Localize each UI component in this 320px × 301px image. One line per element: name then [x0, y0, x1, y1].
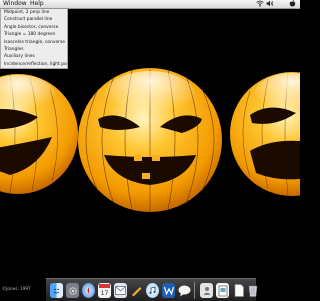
menu-bar: Window Help: [0, 0, 300, 9]
preview-icon[interactable]: [216, 283, 229, 298]
system-preferences-icon[interactable]: [66, 283, 79, 298]
menu-item-auxiliary-lines[interactable]: Auxiliary lines: [4, 53, 67, 60]
menu-help[interactable]: Help: [30, 0, 44, 8]
dock-separator: [194, 282, 195, 299]
svg-text:17: 17: [101, 290, 109, 297]
menu-item-triangles[interactable]: Triangles: [4, 46, 67, 53]
trash-icon[interactable]: [246, 283, 259, 298]
itunes-icon[interactable]: [146, 283, 159, 298]
menu-item-angle-bisector[interactable]: Angle bisector, converse: [4, 24, 67, 31]
pumpkin-center: [78, 67, 222, 212]
dock: 17: [46, 278, 259, 301]
apple-menu-icon[interactable]: [289, 0, 296, 10]
address-book-icon[interactable]: [200, 283, 213, 298]
safari-icon[interactable]: [82, 283, 95, 298]
mail-icon[interactable]: [114, 283, 127, 298]
volume-icon[interactable]: [266, 0, 274, 10]
menu-item-triangle-180[interactable]: Triangle = 180 degrees: [4, 31, 67, 38]
copyright-text: ©Jones, 1997: [2, 286, 31, 291]
wifi-icon[interactable]: [256, 0, 264, 10]
pumpkin-right: [230, 72, 300, 196]
finder-icon[interactable]: [50, 283, 63, 298]
word-icon[interactable]: [162, 283, 175, 298]
menu-item-parallel-line[interactable]: Construct parallel line: [4, 16, 67, 23]
pumpkin-left: [0, 74, 78, 194]
menu-item-midpoint[interactable]: Midpoint, 2 perp line: [4, 9, 67, 16]
ichat-icon[interactable]: [178, 283, 191, 298]
menu-item-incidence-reflection[interactable]: Incidence/reflection, light pool: [4, 61, 67, 68]
pencil-icon[interactable]: [130, 283, 143, 298]
menu-window[interactable]: Window: [3, 0, 27, 8]
ical-icon[interactable]: 17: [98, 283, 111, 298]
window-menu-dropdown: Midpoint, 2 perp line Construct parallel…: [0, 9, 68, 69]
document-icon[interactable]: [232, 283, 245, 298]
menu-item-isosceles[interactable]: Isosceles triangle, converse: [4, 39, 67, 46]
